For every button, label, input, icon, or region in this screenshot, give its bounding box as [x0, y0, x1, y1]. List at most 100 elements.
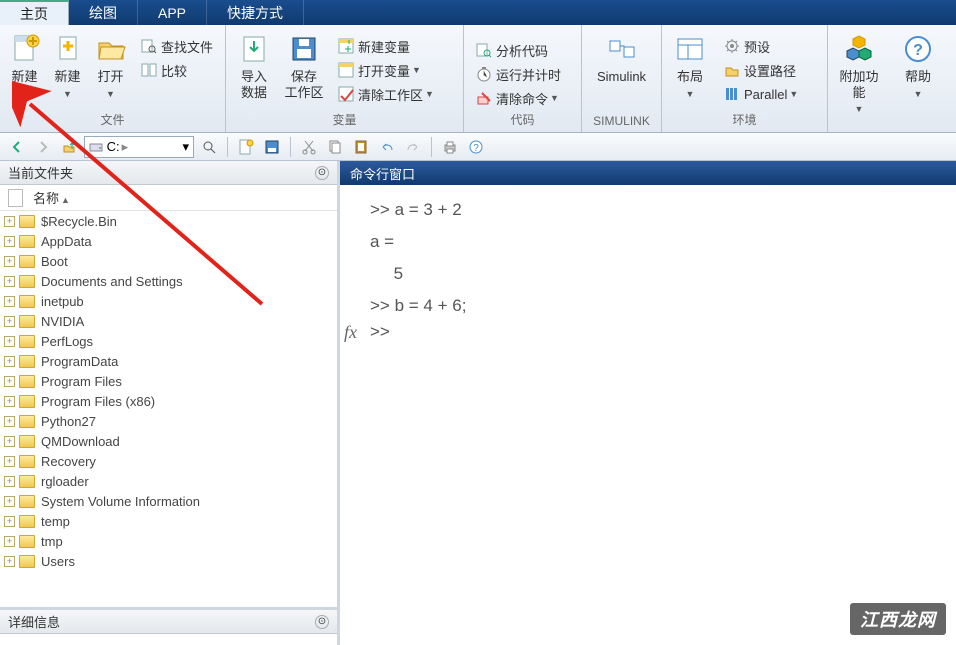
analyze-code-button[interactable]: 分析代码 [470, 39, 567, 61]
folder-row[interactable]: +tmp [0, 531, 337, 551]
expand-icon[interactable]: + [4, 276, 15, 287]
command-window[interactable]: >> a = 3 + 2a = 5>> b = 4 + 6;>> fx [340, 185, 956, 645]
folder-row[interactable]: +Users [0, 551, 337, 571]
search-button[interactable] [198, 136, 220, 158]
name-column-header[interactable]: 名称▲ [33, 188, 70, 207]
folder-row[interactable]: +PerfLogs [0, 331, 337, 351]
watermark: 江西龙网 [848, 601, 948, 637]
folder-row[interactable]: +rgloader [0, 471, 337, 491]
expand-icon[interactable]: + [4, 296, 15, 307]
tb-print-icon[interactable] [439, 136, 461, 158]
expand-icon[interactable]: + [4, 536, 15, 547]
folder-row[interactable]: +$Recycle.Bin [0, 211, 337, 231]
expand-icon[interactable]: + [4, 496, 15, 507]
open-variable-button[interactable]: 打开变量▼ [332, 59, 440, 81]
folder-row[interactable]: +Python27 [0, 411, 337, 431]
expand-icon[interactable]: + [4, 556, 15, 567]
svg-text:?: ? [473, 143, 479, 154]
new-script-button[interactable]: 新建 脚本 [6, 29, 43, 100]
tab-shortcut[interactable]: 快捷方式 [207, 0, 304, 25]
expand-icon[interactable]: + [4, 436, 15, 447]
folder-icon [19, 535, 35, 548]
new-button[interactable]: 新建▼ [49, 29, 86, 100]
folder-name: System Volume Information [41, 494, 200, 509]
folder-row[interactable]: + temp [0, 511, 337, 531]
command-line: 5 [340, 261, 956, 287]
find-files-button[interactable]: 查找文件 [135, 35, 219, 57]
set-path-button[interactable]: 设置路径 [718, 59, 804, 81]
folder-icon [19, 555, 35, 568]
folder-row[interactable]: +Recovery [0, 451, 337, 471]
panel-minimize-button[interactable]: ⊙ [315, 166, 329, 180]
tb-save-icon[interactable] [261, 136, 283, 158]
folder-row[interactable]: +inetpub [0, 291, 337, 311]
tb-help-icon[interactable]: ? [465, 136, 487, 158]
tab-app[interactable]: APP [138, 0, 207, 25]
expand-icon[interactable]: + [4, 416, 15, 427]
group-label-simulink: SIMULINK [582, 112, 661, 132]
tb-paste-icon[interactable] [350, 136, 372, 158]
folder-icon [19, 215, 35, 228]
folder-row[interactable]: +Boot [0, 251, 337, 271]
expand-icon[interactable]: + [4, 516, 15, 527]
prefs-button[interactable]: 预设 [718, 35, 804, 57]
tab-home[interactable]: 主页 [0, 0, 69, 25]
folder-row[interactable]: +Program Files [0, 371, 337, 391]
expand-icon[interactable]: + [4, 376, 15, 387]
path-box[interactable]: C: ▸ ▾ [84, 136, 194, 158]
path-sep-icon: ▸ [122, 139, 129, 155]
detail-minimize-button[interactable]: ⊙ [315, 615, 329, 629]
command-line: >> fx [340, 319, 956, 345]
folder-row[interactable]: +AppData [0, 231, 337, 251]
folder-row[interactable]: + Program Files (x86) [0, 391, 337, 411]
expand-icon[interactable]: + [4, 256, 15, 267]
expand-icon[interactable]: + [4, 216, 15, 227]
path-dropdown-icon[interactable]: ▾ [182, 139, 189, 155]
new-variable-button[interactable]: 新建变量 [332, 35, 440, 57]
import-data-button[interactable]: 导入 数据 [232, 29, 276, 100]
expand-icon[interactable]: + [4, 356, 15, 367]
tb-undo-icon[interactable] [376, 136, 398, 158]
clear-workspace-button[interactable]: 清除工作区▼ [332, 83, 440, 105]
expand-icon[interactable]: + [4, 236, 15, 247]
open-button[interactable]: 打开▼ [92, 29, 129, 100]
folder-row[interactable]: + QMDownload [0, 431, 337, 451]
folder-row[interactable]: +ProgramData [0, 351, 337, 371]
help-button[interactable]: ? 帮助▼ [896, 29, 940, 100]
nav-up-button[interactable] [58, 136, 80, 158]
file-list[interactable]: +$Recycle.Bin+AppData+Boot+Documents and… [0, 211, 337, 607]
expand-icon[interactable]: + [4, 456, 15, 467]
simulink-button[interactable]: Simulink [592, 29, 652, 85]
tb-cut-icon[interactable] [298, 136, 320, 158]
tb-redo-icon[interactable] [402, 136, 424, 158]
folder-row[interactable]: +NVIDIA [0, 311, 337, 331]
folder-name: Program Files (x86) [41, 394, 155, 409]
path-toolbar: C: ▸ ▾ ? [0, 133, 956, 161]
expand-icon[interactable]: + [4, 396, 15, 407]
expand-icon[interactable]: + [4, 336, 15, 347]
folder-row[interactable]: + System Volume Information [0, 491, 337, 511]
tab-plot[interactable]: 绘图 [69, 0, 138, 25]
folder-name: temp [41, 514, 70, 529]
compare-button[interactable]: 比较 [135, 59, 219, 81]
folder-icon [19, 495, 35, 508]
tb-copy-icon[interactable] [324, 136, 346, 158]
folder-icon [19, 295, 35, 308]
parallel-button[interactable]: Parallel▼ [718, 83, 804, 105]
expand-icon[interactable]: + [4, 476, 15, 487]
group-label-code: 代码 [464, 109, 581, 132]
addon-button[interactable]: 附加功能▼ [834, 29, 884, 116]
clear-command-button[interactable]: 清除命令▼ [470, 87, 567, 109]
layout-button[interactable]: 布局▼ [668, 29, 712, 100]
folder-row[interactable]: +Documents and Settings [0, 271, 337, 291]
tb-newfile-icon[interactable] [235, 136, 257, 158]
nav-back-button[interactable] [6, 136, 28, 158]
folder-name: QMDownload [41, 434, 120, 449]
nav-forward-button[interactable] [32, 136, 54, 158]
expand-icon[interactable]: + [4, 316, 15, 327]
run-time-button[interactable]: 运行并计时 [470, 63, 567, 85]
svg-text:?: ? [913, 42, 923, 59]
fx-icon[interactable]: fx [344, 322, 357, 343]
command-window-title: 命令行窗口 [340, 161, 956, 185]
save-workspace-button[interactable]: 保存 工作区 [282, 29, 326, 100]
